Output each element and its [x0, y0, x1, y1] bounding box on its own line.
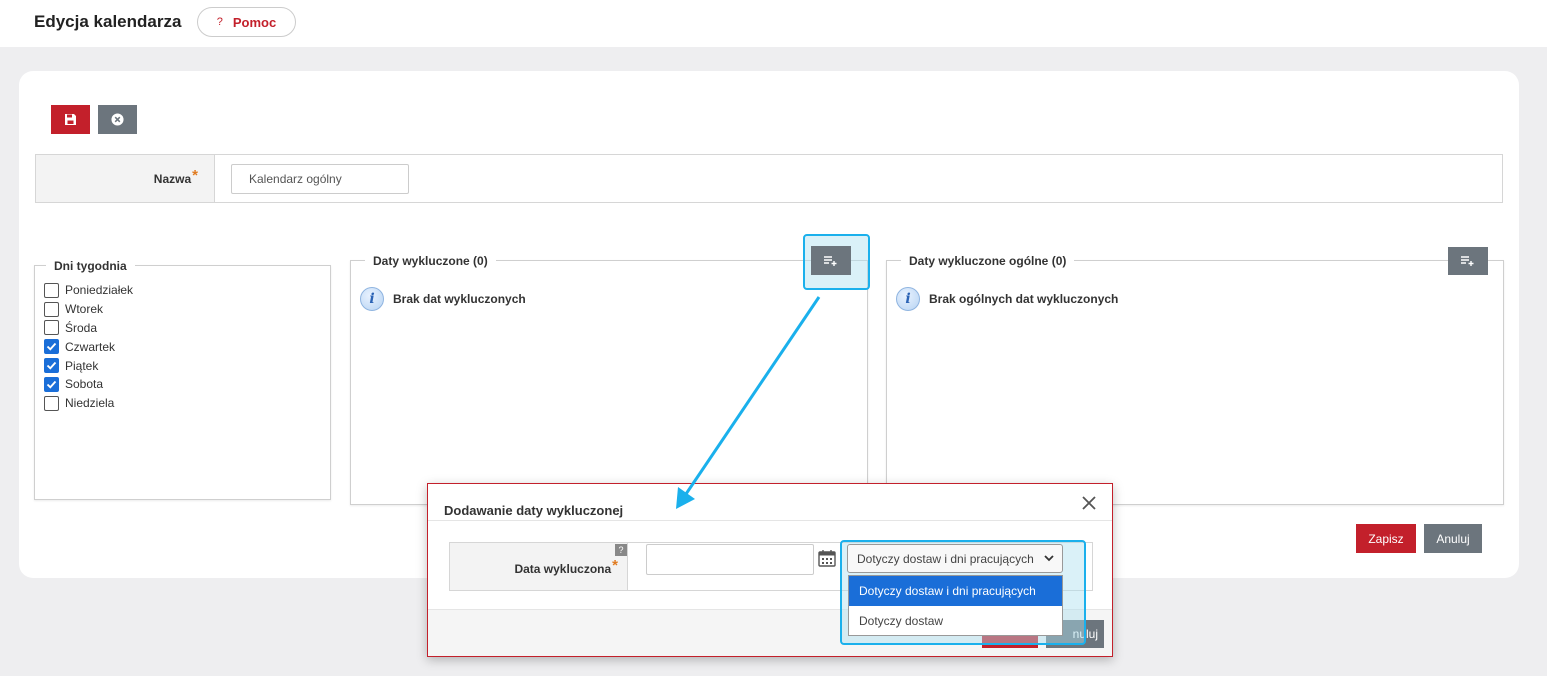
modal-title: Dodawanie daty wykluczonej: [444, 503, 624, 518]
exclusion-type-dropdown: Dotyczy dostaw i dni pracujących Dotyczy …: [848, 575, 1063, 636]
exclusion-date-label: Data wykluczona *: [450, 543, 628, 590]
excluded-legend: Daty wykluczone (0): [365, 254, 496, 268]
day-label: Piątek: [65, 358, 99, 373]
day-checkbox-row[interactable]: Czwartek: [44, 337, 133, 356]
save-button[interactable]: Zapisz: [1356, 524, 1416, 553]
add-excluded-general-date-button[interactable]: [1448, 247, 1488, 275]
exclusion-type-select[interactable]: Dotyczy dostaw i dni pracujących: [847, 544, 1063, 573]
playlist-add-icon: [824, 255, 837, 266]
days-legend: Dni tygodnia: [46, 259, 135, 273]
chevron-down-icon: [1044, 555, 1054, 562]
playlist-add-icon: [1461, 256, 1474, 266]
day-checkbox-row[interactable]: Środa: [44, 319, 133, 338]
excluded-general-legend: Daty wykluczone ogólne (0): [901, 254, 1075, 268]
days-of-week-fieldset: Dni tygodnia Poniedziałek Wtorek Środa Czwa…: [34, 259, 331, 500]
name-row: Nazwa * Kalendarz ogólny: [35, 154, 1503, 203]
day-label: Wtorek: [65, 302, 104, 317]
excluded-empty-text: Brak dat wykluczonych: [393, 292, 526, 306]
day-checkbox-row[interactable]: Wtorek: [44, 300, 133, 319]
day-checkbox-row[interactable]: Poniedziałek: [44, 281, 133, 300]
exclusion-date-input[interactable]: [646, 544, 814, 575]
cancel-button[interactable]: Anuluj: [1424, 524, 1482, 553]
checkbox-unchecked[interactable]: [44, 282, 59, 298]
page-title: Edycja kalendarza: [34, 12, 182, 31]
day-label: Sobota: [65, 377, 104, 392]
required-mark: *: [612, 557, 618, 574]
help-button[interactable]: ? Pomoc: [197, 7, 296, 37]
close-circle-icon: [111, 113, 124, 126]
check-icon: [46, 343, 57, 351]
toolbar-cancel-button[interactable]: [98, 105, 137, 134]
info-icon: i: [360, 287, 384, 311]
excluded-general-fieldset: Daty wykluczone ogólne (0) i Brak ogólny…: [886, 254, 1504, 505]
dropdown-option[interactable]: Dotyczy dostaw i dni pracujących: [849, 576, 1062, 606]
checkbox-checked[interactable]: [44, 358, 59, 374]
toolbar-save-button[interactable]: [51, 105, 90, 134]
excluded-empty-message: i Brak dat wykluczonych: [360, 287, 526, 311]
name-label: Nazwa *: [36, 155, 215, 202]
check-icon: [46, 380, 57, 389]
day-label: Poniedziałek: [65, 283, 134, 298]
exclusion-date-label-text: Data wykluczona: [514, 561, 612, 576]
excluded-general-empty-message: i Brak ogólnych dat wykluczonych: [896, 287, 1118, 311]
days-list: Poniedziałek Wtorek Środa Czwartek Piątek Sob…: [44, 281, 133, 413]
excluded-dates-fieldset: Daty wykluczone (0) i Brak dat wykluczon…: [350, 254, 868, 505]
day-checkbox-row[interactable]: Sobota: [44, 375, 133, 394]
day-label: Czwartek: [65, 339, 116, 354]
day-label: Niedziela: [65, 396, 115, 411]
checkbox-checked[interactable]: [44, 376, 59, 392]
help-tooltip-icon[interactable]: ?: [615, 544, 627, 556]
checkbox-unchecked[interactable]: [44, 301, 59, 317]
name-input[interactable]: Kalendarz ogólny: [231, 164, 409, 194]
exclusion-type-selected-value: Dotyczy dostaw i dni pracujących: [857, 551, 1034, 566]
close-icon[interactable]: [1078, 492, 1100, 514]
excluded-general-empty-text: Brak ogólnych dat wykluczonych: [929, 292, 1119, 306]
name-label-text: Nazwa: [153, 171, 192, 186]
dropdown-option[interactable]: Dotyczy dostaw: [849, 606, 1062, 636]
info-icon: i: [896, 287, 920, 311]
question-icon: ?: [216, 16, 223, 28]
calendar-icon[interactable]: [817, 548, 837, 568]
page-header: Edycja kalendarza ? Pomoc: [0, 0, 1547, 47]
checkbox-unchecked[interactable]: [44, 320, 59, 336]
floppy-disk-icon: [65, 114, 76, 125]
add-excluded-date-modal: Dodawanie daty wykluczonej Data wykluczo…: [427, 483, 1113, 657]
help-button-label: Pomoc: [232, 14, 277, 30]
check-icon: [46, 361, 57, 370]
checkbox-unchecked[interactable]: [44, 395, 59, 411]
checkbox-checked[interactable]: [44, 339, 59, 355]
day-checkbox-row[interactable]: Piątek: [44, 356, 133, 375]
required-mark: *: [192, 167, 198, 184]
modal-divider: [428, 520, 1112, 521]
add-excluded-date-button[interactable]: [811, 246, 851, 275]
day-label: Środa: [65, 320, 98, 335]
day-checkbox-row[interactable]: Niedziela: [44, 394, 133, 413]
